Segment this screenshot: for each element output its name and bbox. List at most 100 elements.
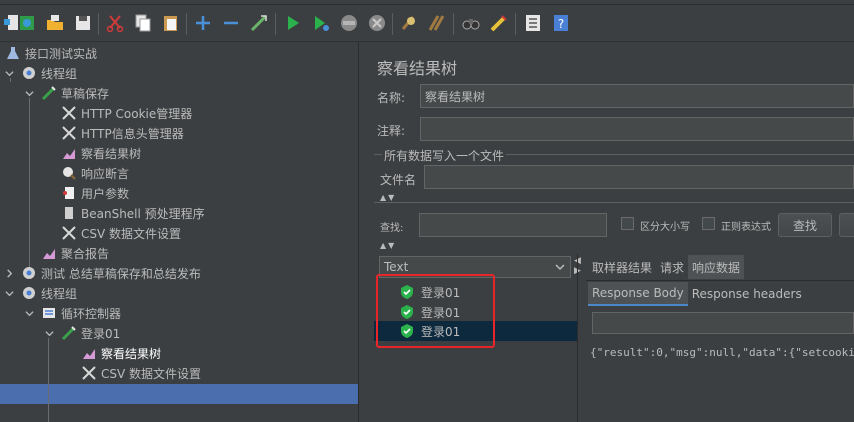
test-plan-icon [4, 44, 22, 62]
tree-node-header-manager[interactable]: HTTP信息头管理器 [60, 123, 184, 143]
tree-node-thread-group-3[interactable]: 线程组 [20, 283, 77, 303]
case-sensitive-label: 区分大小写 [640, 222, 690, 233]
test-plan-tree: 接口测试实战 线程组 草稿保存 HTTP Cookie管理器 HTTP信息头管理… [0, 42, 358, 422]
help-icon[interactable]: ? [550, 12, 572, 34]
stop-icon[interactable] [338, 12, 360, 34]
gear-icon [20, 284, 38, 302]
panel-title: 察看结果树 [377, 59, 458, 78]
tree-node-label: 线程组 [41, 66, 78, 81]
cut-icon[interactable] [104, 12, 126, 34]
case-sensitive-checkbox[interactable] [621, 217, 634, 230]
tree-node-label: 循环控制器 [61, 306, 122, 321]
tree-node-sampler[interactable]: 草稿保存 [40, 83, 109, 103]
tree-node-label: CSV 数据文件设置 [81, 226, 182, 241]
tree-node-thread-group[interactable]: 线程组 [20, 63, 77, 83]
renderer-value: Text [384, 260, 409, 274]
results-tree-panel: 察看结果树 名称: 察看结果树 注释: 所有数据写入一个文件 文件名 ▲▼ 查找… [366, 42, 854, 422]
collapse-toggle[interactable] [4, 68, 14, 78]
file-group-label: 所有数据写入一个文件 [384, 149, 505, 163]
tree-node-label: 察看结果树 [101, 346, 162, 361]
tab-response-headers[interactable]: Response headers [688, 282, 806, 306]
tree-node-assertion[interactable]: 响应断言 [60, 163, 129, 183]
search-field[interactable] [419, 213, 607, 237]
response-subtabs: Response Body Response headers [588, 282, 806, 306]
copy-icon[interactable] [132, 12, 154, 34]
tab-sampler-result[interactable]: 取样器结果 [588, 255, 656, 279]
clear-icon[interactable] [398, 12, 420, 34]
tree-node-aggregate-report[interactable]: 聚合报告 [40, 243, 109, 263]
collapse-toggle[interactable] [24, 308, 34, 318]
chart-icon [60, 144, 78, 162]
tab-response-data[interactable]: 响应数据 [688, 255, 745, 279]
shutdown-icon[interactable] [366, 12, 388, 34]
start-no-pause-icon[interactable] [310, 12, 332, 34]
tree-node-results-tree-selected[interactable]: 察看结果树 [80, 343, 161, 363]
tree-node-test-plan[interactable]: 接口测试实战 [4, 43, 97, 63]
toggle-icon[interactable] [248, 12, 270, 34]
splitter-arrows[interactable]: ▲▼ [380, 193, 396, 202]
paste-icon[interactable] [160, 12, 182, 34]
response-search-field[interactable] [592, 312, 854, 334]
filename-field[interactable] [424, 165, 854, 189]
expand-icon[interactable] [192, 12, 214, 34]
tree-node-label: HTTP Cookie管理器 [81, 106, 193, 121]
expand-toggle[interactable] [4, 268, 14, 278]
document-icon [60, 184, 78, 202]
regex-checkbox[interactable] [702, 217, 715, 230]
function-helper-icon[interactable] [522, 12, 544, 34]
name-field[interactable]: 察看结果树 [420, 84, 854, 108]
next-button[interactable] [839, 213, 854, 237]
toolbar: ? [0, 5, 854, 42]
tree-node-label: 聚合报告 [61, 246, 110, 261]
wrench-icon [80, 364, 98, 382]
magnifier-icon [60, 164, 78, 182]
tree-node-thread-group-2[interactable]: 测试 总结草稿保存和总结发布 [20, 263, 201, 283]
tree-node-label: 草稿保存 [61, 86, 110, 101]
response-body-text: {"result":0,"msg":null,"data":{"setcooki… [590, 346, 854, 359]
tree-node-label: BeanShell 预处理程序 [81, 206, 205, 221]
start-icon[interactable] [282, 12, 304, 34]
tree-selection [0, 384, 358, 404]
pipette-icon [40, 84, 58, 102]
tree-node-login-sampler[interactable]: 登录01 [60, 323, 120, 343]
search-icon[interactable] [460, 12, 482, 34]
wrench-icon [60, 104, 78, 122]
save-icon[interactable] [72, 12, 94, 34]
tree-node-results-tree[interactable]: 察看结果树 [60, 143, 141, 163]
collapse-toggle[interactable] [24, 88, 34, 98]
find-button[interactable]: 查找 [778, 213, 832, 237]
tree-node-label: CSV 数据文件设置 [101, 366, 202, 381]
regex-label: 正则表达式 [721, 222, 771, 233]
svg-text:?: ? [558, 17, 564, 31]
tree-node-loop-controller[interactable]: 循环控制器 [40, 303, 121, 323]
loop-icon [40, 304, 58, 322]
collapse-icon[interactable] [220, 12, 242, 34]
collapse-toggle[interactable] [4, 288, 14, 298]
pipette-icon [60, 324, 78, 342]
tree-node-cookie-manager[interactable]: HTTP Cookie管理器 [60, 103, 192, 123]
clear-all-icon[interactable] [426, 12, 448, 34]
tree-node-label: 登录01 [81, 326, 121, 341]
tree-node-label: 接口测试实战 [25, 46, 98, 61]
tab-request[interactable]: 请求 [656, 255, 688, 279]
tree-node-beanshell[interactable]: BeanShell 预处理程序 [60, 203, 205, 223]
split-pane-divider[interactable] [358, 42, 366, 422]
chart-icon [80, 344, 98, 362]
search-label: 查找: [380, 223, 404, 234]
tree-node-csv-config[interactable]: CSV 数据文件设置 [60, 223, 181, 243]
tree-node-csv-config-2[interactable]: CSV 数据文件设置 [80, 363, 201, 383]
collapse-toggle[interactable] [44, 328, 54, 338]
splitter-arrows[interactable]: ▲▼ [380, 241, 396, 250]
reset-search-icon[interactable] [488, 12, 510, 34]
tab-response-body[interactable]: Response Body [588, 282, 688, 306]
wrench-icon [60, 224, 78, 242]
filename-label: 文件名 [380, 173, 417, 187]
tree-node-user-params[interactable]: 用户参数 [60, 183, 129, 203]
comment-label: 注释: [377, 124, 406, 138]
gear-icon [20, 64, 38, 82]
comment-field[interactable] [420, 117, 854, 141]
templates-icon[interactable] [16, 12, 38, 34]
chevron-down-icon [555, 264, 565, 271]
open-icon[interactable] [44, 12, 66, 34]
tree-node-label: 响应断言 [81, 166, 130, 181]
